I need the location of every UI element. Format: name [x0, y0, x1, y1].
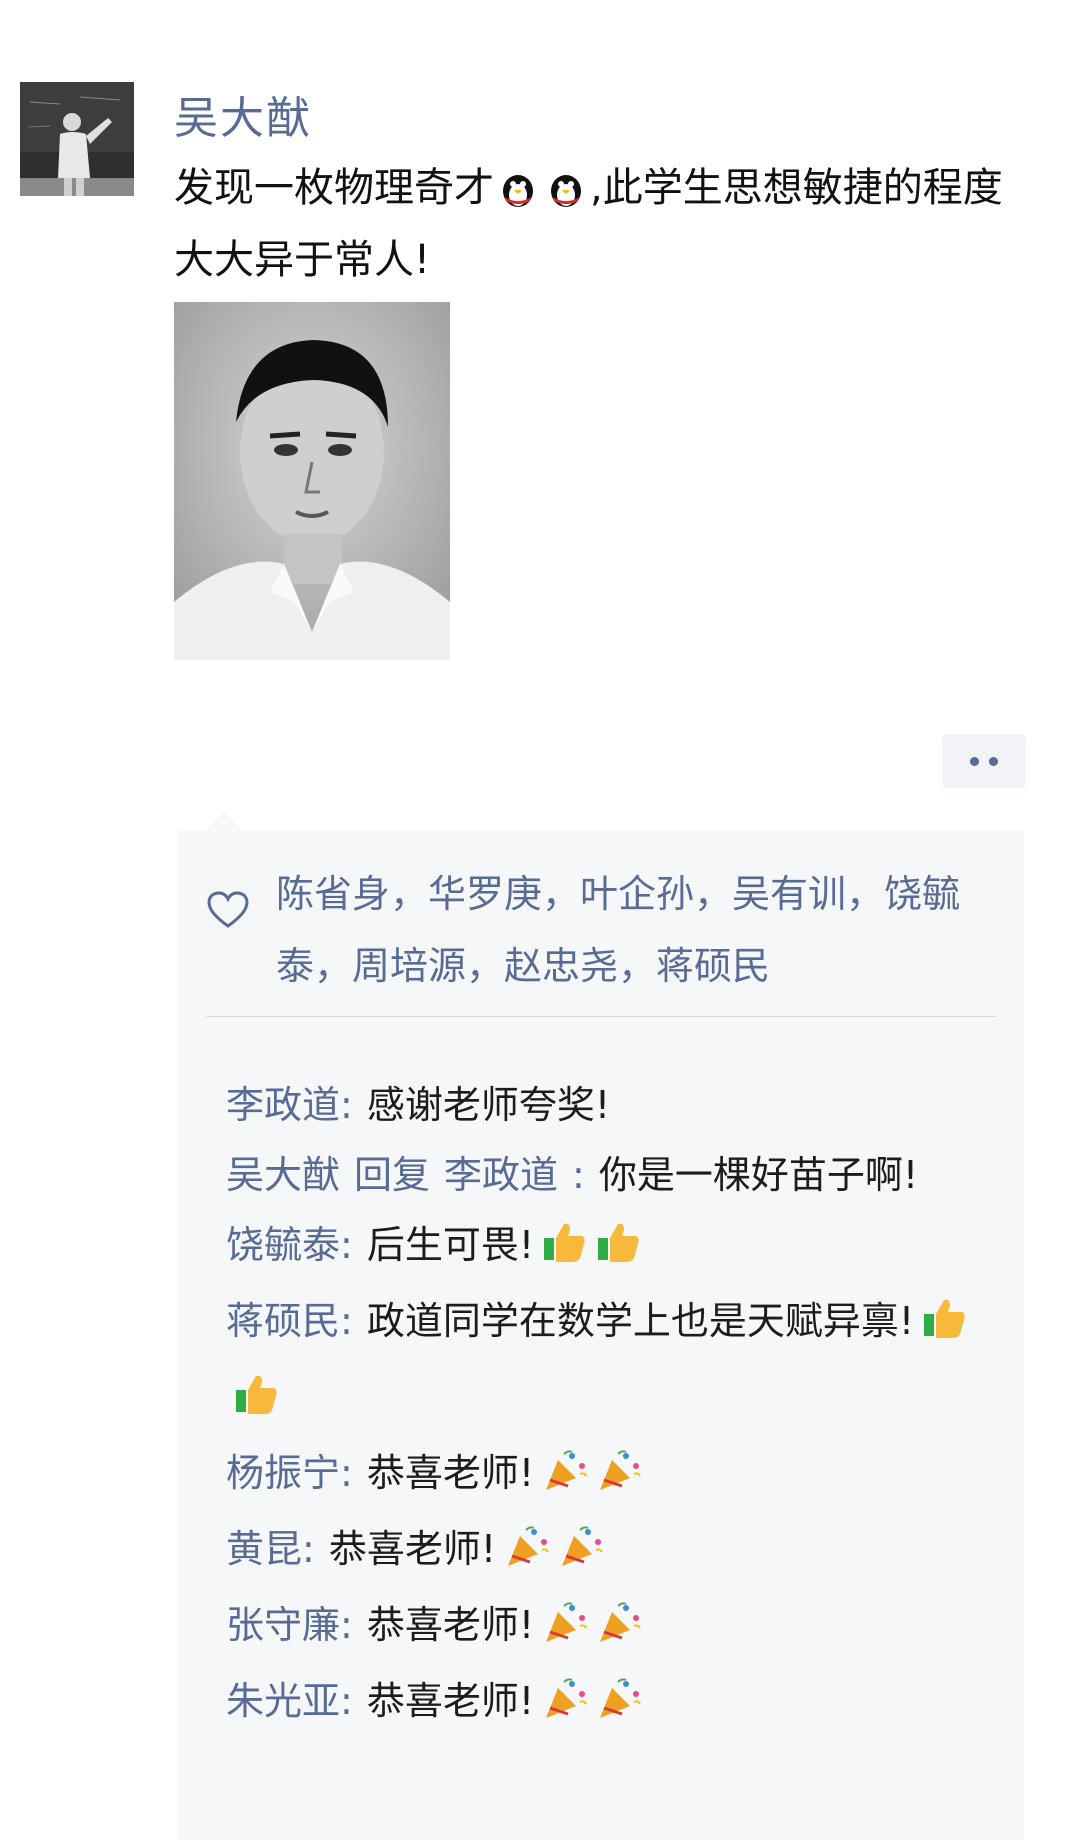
post-text: 发现一枚物理奇才 ,此学生思想敏捷的程度大大异于常人! — [174, 156, 1024, 292]
post-author-name[interactable]: 吴大猷 — [174, 82, 312, 146]
party-popper-icon — [542, 1444, 588, 1514]
post-text-part1: 发现一枚物理奇才 — [174, 165, 494, 211]
comment-text: 你是一棵好苗子啊! — [598, 1153, 919, 1197]
party-popper-icon — [542, 1596, 588, 1666]
comment[interactable]: 朱光亚: 恭喜老师! — [226, 1666, 1016, 1742]
comment-text: 后生可畏! — [366, 1223, 535, 1267]
thumbs-up-icon — [234, 1368, 280, 1438]
comment[interactable]: 张守廉: 恭喜老师! — [226, 1590, 1016, 1666]
interaction-panel: 陈省身，华罗庚，叶企孙，吴有训，饶毓泰，周培源，赵忠尧，蒋硕民 李政道: 感谢老师… — [178, 812, 1024, 1840]
party-popper-icon — [596, 1596, 642, 1666]
comment-text: 恭喜老师! — [366, 1603, 535, 1647]
comment[interactable]: 李政道: 感谢老师夸奖! — [226, 1070, 1016, 1140]
comment-author[interactable]: 李政道: — [226, 1083, 353, 1127]
reply-word: 回复 — [354, 1153, 431, 1197]
comment[interactable]: 吴大猷 回复 李政道: 你是一棵好苗子啊! — [226, 1140, 1016, 1210]
comment-author[interactable]: 黄昆: — [226, 1527, 315, 1571]
more-actions-button[interactable] — [942, 734, 1026, 788]
comment-author[interactable]: 张守廉: — [226, 1603, 353, 1647]
party-popper-icon — [596, 1444, 642, 1514]
comment[interactable]: 饶毓泰: 后生可畏! — [226, 1210, 1016, 1286]
likes-divider — [206, 1016, 996, 1017]
penguin-icon — [544, 164, 588, 228]
comment[interactable]: 杨振宁: 恭喜老师! — [226, 1438, 1016, 1514]
penguin-icon — [496, 164, 540, 228]
comment[interactable]: 黄昆: 恭喜老师! — [226, 1514, 1016, 1590]
comment-text: 恭喜老师! — [366, 1679, 535, 1723]
dot-icon — [989, 756, 998, 766]
likes-names[interactable]: 陈省身，华罗庚，叶企孙，吴有训，饶毓泰，周培源，赵忠尧，蒋硕民 — [206, 858, 996, 1002]
portrait-image — [174, 302, 450, 660]
reply-target[interactable]: 李政道 — [444, 1153, 558, 1197]
comment-text: 恭喜老师! — [366, 1451, 535, 1495]
post-photo[interactable] — [174, 302, 450, 660]
dot-icon — [970, 756, 979, 766]
comment[interactable]: 蒋硕民: 政道同学在数学上也是天赋异禀! — [226, 1286, 1016, 1438]
thumbs-up-icon — [596, 1216, 642, 1286]
comment-author[interactable]: 吴大猷 — [226, 1153, 340, 1197]
thumbs-up-icon — [542, 1216, 588, 1286]
reply-colon: : — [572, 1153, 585, 1197]
likes-list: 陈省身，华罗庚，叶企孙，吴有训，饶毓泰，周培源，赵忠尧，蒋硕民 — [206, 858, 996, 1002]
comment-author[interactable]: 杨振宁: — [226, 1451, 353, 1495]
comments-list: 李政道: 感谢老师夸奖! 吴大猷 回复 李政道: 你是一棵好苗子啊! 饶毓泰: 后生可畏!… — [226, 1070, 1016, 1742]
author-avatar[interactable] — [20, 82, 134, 196]
comment-text: 政道同学在数学上也是天赋异禀! — [366, 1299, 915, 1343]
avatar-photo — [20, 82, 134, 196]
thumbs-up-icon — [922, 1292, 968, 1362]
heart-icon — [206, 880, 250, 952]
comment-text: 恭喜老师! — [328, 1527, 497, 1571]
comment-author[interactable]: 饶毓泰: — [226, 1223, 353, 1267]
comment-author[interactable]: 朱光亚: — [226, 1679, 353, 1723]
party-popper-icon — [558, 1520, 604, 1590]
party-popper-icon — [504, 1520, 550, 1590]
party-popper-icon — [596, 1672, 642, 1742]
comment-text: 感谢老师夸奖! — [366, 1083, 611, 1127]
comment-author[interactable]: 蒋硕民: — [226, 1299, 353, 1343]
party-popper-icon — [542, 1672, 588, 1742]
